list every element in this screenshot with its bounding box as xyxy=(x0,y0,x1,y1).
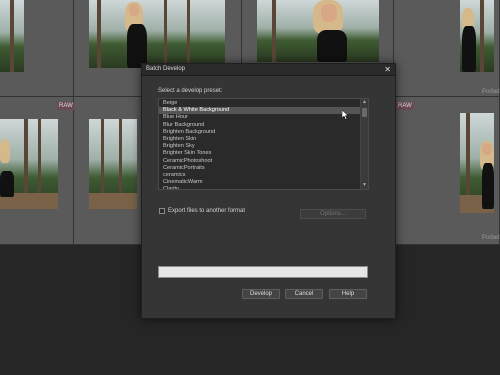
preset-list-item[interactable]: Blur Background xyxy=(159,122,361,129)
thumbnail-caption: Porbet xyxy=(482,235,500,241)
preset-list-item[interactable]: Beige xyxy=(159,100,361,107)
thumbnail-cell[interactable] xyxy=(0,97,74,245)
preset-prompt-label: Select a develop preset: xyxy=(158,88,223,94)
preset-listbox[interactable]: Beige Black & White Background Blue Hour Bl… xyxy=(158,98,369,190)
thumbnail-cell[interactable]: RAW Porbet xyxy=(394,97,500,245)
thumbnail-image xyxy=(89,119,137,209)
close-icon[interactable]: ✕ xyxy=(384,65,391,74)
progress-bar xyxy=(158,266,368,278)
help-button[interactable]: Help xyxy=(329,289,367,299)
develop-button[interactable]: Develop xyxy=(242,289,280,299)
preset-list-item[interactable]: CeramicPortraits xyxy=(159,165,361,172)
export-files-label[interactable]: Export files to another format xyxy=(168,208,245,214)
dialog-title: Batch Develop xyxy=(146,66,186,72)
preset-list-item[interactable]: Brighten Sky xyxy=(159,143,361,150)
scroll-up-arrow-icon[interactable]: ▲ xyxy=(361,99,368,106)
preset-scrollbar[interactable]: ▲ ▼ xyxy=(360,99,368,189)
scroll-thumb[interactable] xyxy=(362,108,367,117)
thumbnail-cell[interactable] xyxy=(0,0,74,97)
scroll-down-arrow-icon[interactable]: ▼ xyxy=(361,182,368,189)
preset-list-item[interactable]: ceramics xyxy=(159,172,361,179)
dialog-titlebar[interactable]: Batch Develop ✕ xyxy=(142,64,395,76)
preset-list-item[interactable]: CeramicPhotoshoot xyxy=(159,158,361,165)
raw-badge: RAW xyxy=(57,102,75,110)
thumbnail-image xyxy=(257,0,379,62)
thumbnail-image xyxy=(89,0,225,68)
preset-list-item[interactable]: CinematicWarm xyxy=(159,179,361,186)
raw-badge: RAW xyxy=(396,102,414,110)
preset-list-item[interactable]: Clarity xyxy=(159,186,361,189)
export-files-checkbox[interactable] xyxy=(159,208,165,214)
thumbnail-image xyxy=(460,113,494,213)
batch-develop-dialog: Batch Develop ✕ Select a develop preset:… xyxy=(141,63,396,319)
thumbnail-image xyxy=(460,0,494,72)
thumbnail-caption: Porbet xyxy=(482,89,500,95)
preset-list-item[interactable]: Brighten Background xyxy=(159,129,361,136)
cancel-button[interactable]: Cancel xyxy=(285,289,323,299)
preset-list-item[interactable]: Blue Hour xyxy=(159,114,361,121)
thumbnail-image xyxy=(0,0,24,72)
preset-list: Beige Black & White Background Blue Hour Bl… xyxy=(159,100,361,189)
thumbnail-cell[interactable]: Porbet xyxy=(394,0,500,97)
options-button[interactable]: Options... xyxy=(300,209,366,219)
preset-list-item[interactable]: Brighter Skin Tones xyxy=(159,150,361,157)
mouse-cursor-icon xyxy=(342,110,349,120)
thumbnail-image xyxy=(0,119,58,209)
preset-list-item[interactable]: Brighten Skin xyxy=(159,136,361,143)
preset-list-item[interactable]: Black & White Background xyxy=(159,107,361,115)
